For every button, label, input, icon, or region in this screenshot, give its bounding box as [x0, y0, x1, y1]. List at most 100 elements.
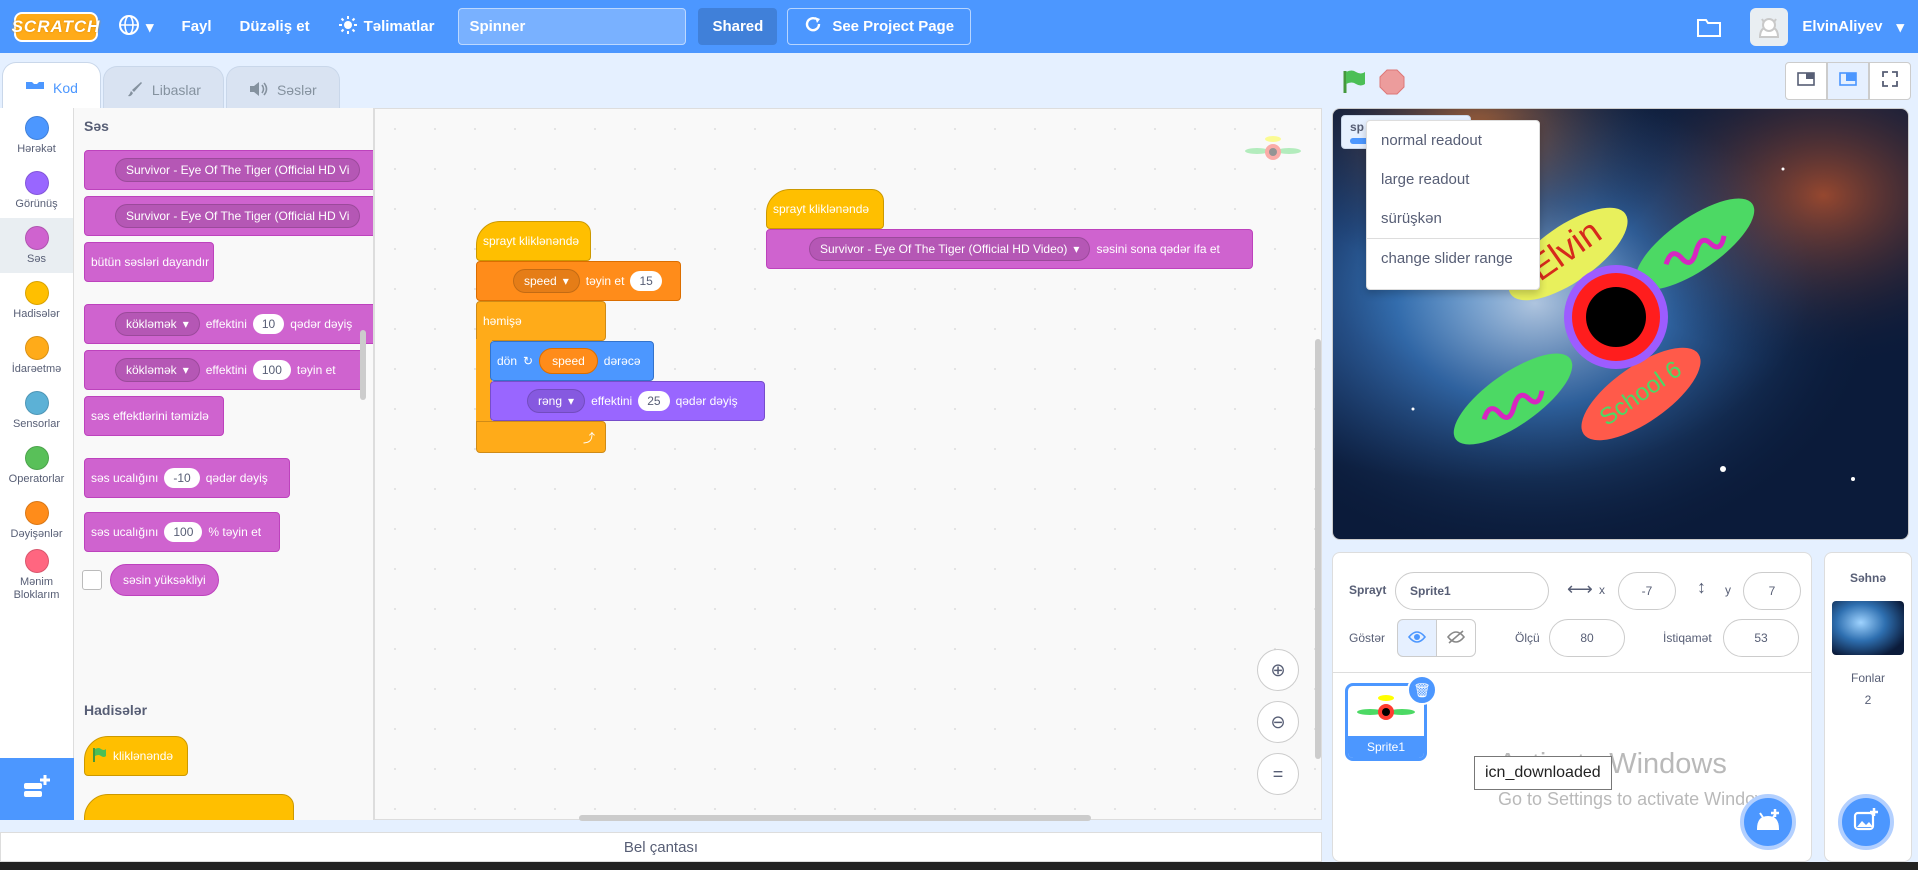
menu-item-normal-readout[interactable]: normal readout: [1367, 121, 1539, 160]
category-variables[interactable]: Dəyişənlər: [0, 493, 73, 548]
palette-scrollbar[interactable]: [360, 330, 366, 400]
category-dot: [24, 390, 49, 415]
palette-heading-events: Hadisələr: [84, 702, 148, 718]
category-label: Səs: [27, 252, 46, 265]
block-start-sound[interactable]: Survivor - Eye Of The Tiger (Official HD…: [84, 196, 373, 236]
normal-stage-button[interactable]: [1827, 62, 1869, 100]
block-change-effect[interactable]: kökləmək ▾ effektini 10 qədər dəyiş: [84, 304, 373, 344]
block-set-effect[interactable]: kökləmək ▾ effektini 100 təyin et: [84, 350, 366, 390]
effect-dropdown[interactable]: kökləmək ▾: [115, 358, 200, 382]
block-set-variable[interactable]: speed ▾ təyin et 15: [476, 261, 681, 301]
zoom-in-button[interactable]: ⊕: [1257, 649, 1299, 691]
tab-costumes[interactable]: Libaslar: [102, 66, 224, 113]
choose-backdrop-button[interactable]: [1838, 794, 1894, 850]
block-when-key-pressed[interactable]: [84, 794, 294, 820]
effect-label: effektini: [205, 317, 247, 331]
menu-item-change-slider-range[interactable]: change slider range: [1367, 238, 1539, 277]
effect-label: effektini: [205, 363, 247, 377]
block-set-volume[interactable]: səs ucalığını 100 % təyin et: [84, 512, 280, 552]
category-looks[interactable]: Görünüş: [0, 163, 73, 218]
green-flag-button[interactable]: [1340, 68, 1368, 101]
variable-dropdown[interactable]: speed ▾: [513, 269, 580, 293]
language-menu[interactable]: ▾: [104, 0, 168, 53]
graphic-effect-value-input[interactable]: 25: [638, 391, 670, 411]
direction-input[interactable]: 53: [1723, 619, 1799, 657]
delete-sprite-button[interactable]: 🗑: [1407, 675, 1437, 705]
block-stop-all-sounds[interactable]: bütün səsləri dayandır: [84, 242, 214, 282]
volume-value-input[interactable]: 100: [164, 522, 203, 542]
sprite-name-input[interactable]: Sprite1: [1395, 572, 1549, 610]
code-icon: [25, 80, 45, 97]
zoom-reset-button[interactable]: =: [1257, 753, 1299, 795]
my-stuff-folder-icon[interactable]: [1682, 0, 1736, 53]
category-control[interactable]: İdarəetmə: [0, 328, 73, 383]
project-title-input[interactable]: [458, 8, 687, 45]
workspace-horizontal-scrollbar[interactable]: [579, 815, 1091, 821]
block-change-graphic-effect[interactable]: rəng ▾ effektini 25 qədər dəyiş: [490, 381, 765, 421]
effect-suffix: qədər dəyiş: [290, 317, 353, 331]
menu-item-slider[interactable]: sürüşkən: [1367, 199, 1539, 238]
category-sound[interactable]: Səs: [0, 218, 73, 273]
menu-item-large-readout[interactable]: large readout: [1367, 160, 1539, 199]
edit-menu[interactable]: Düzəliş et: [226, 0, 324, 53]
tab-sounds[interactable]: Səslər: [225, 66, 340, 113]
category-sensing[interactable]: Sensorlar: [0, 383, 73, 438]
block-when-sprite-clicked[interactable]: sprayt kliklənəndə: [476, 221, 591, 261]
backpack[interactable]: Bel çantası: [0, 832, 1322, 862]
category-label: Sensorlar: [12, 417, 61, 430]
when-flag-label: kliklənəndə: [113, 749, 174, 763]
effect-dropdown[interactable]: kökləmək ▾: [115, 312, 200, 336]
tab-code[interactable]: Kod: [2, 62, 101, 113]
volume-label: səs ucalığını: [91, 525, 159, 539]
shared-button[interactable]: Shared: [698, 8, 778, 45]
loudness-checkbox[interactable]: [82, 570, 102, 590]
sound-dropdown[interactable]: Survivor - Eye Of The Tiger (Official HD…: [809, 237, 1091, 261]
effect-value-input[interactable]: 10: [252, 314, 285, 334]
sound-dropdown[interactable]: Survivor - Eye Of The Tiger (Official HD…: [115, 158, 361, 182]
code-workspace[interactable]: sprayt kliklənəndə speed ▾ təyin et 15 hə…: [374, 108, 1322, 821]
show-label: Göstər: [1349, 631, 1386, 645]
x-position-input[interactable]: -7: [1618, 572, 1676, 610]
category-dot: [24, 280, 49, 305]
block-forever[interactable]: həmişə: [476, 301, 606, 341]
effect-value-input[interactable]: 100: [252, 360, 291, 380]
category-label: Mənim Bloklarım: [13, 576, 60, 601]
block-turn-right[interactable]: dön ↻ speed dərəcə: [490, 341, 654, 381]
category-motion[interactable]: Hərəkət: [0, 108, 73, 163]
category-operators[interactable]: Operatorlar: [0, 438, 73, 493]
tab-code-label: Kod: [53, 80, 78, 96]
show-hidden-button[interactable]: [1436, 619, 1476, 657]
block-play-sound-until-done[interactable]: Survivor - Eye Of The Tiger (Official HD…: [84, 150, 373, 190]
size-input[interactable]: 80: [1549, 619, 1625, 657]
block-loudness-reporter[interactable]: səsin yüksəkliyi: [110, 564, 219, 596]
block-clear-sound-effects[interactable]: səs effektlərini təmizlə: [84, 396, 224, 436]
file-menu[interactable]: Fayl: [168, 0, 226, 53]
tutorials-menu[interactable]: Təlimatlar: [324, 0, 449, 53]
block-change-volume[interactable]: səs ucalığını -10 qədər dəyiş: [84, 458, 290, 498]
add-extension-button[interactable]: [0, 758, 74, 820]
set-value-input[interactable]: 15: [630, 271, 662, 291]
effect-name: kökləmək: [126, 363, 177, 377]
volume-value-input[interactable]: -10: [164, 468, 200, 488]
stop-button[interactable]: [1378, 68, 1406, 101]
sound-dropdown[interactable]: Survivor - Eye Of The Tiger (Official HD…: [115, 204, 361, 228]
block-when-flag-clicked[interactable]: kliklənəndə: [84, 736, 188, 776]
scratch-logo[interactable]: SCRATCH: [12, 11, 99, 42]
graphic-effect-dropdown[interactable]: rəng ▾: [527, 389, 586, 413]
zoom-out-button[interactable]: ⊖: [1257, 701, 1299, 743]
category-events[interactable]: Hadisələr: [0, 273, 73, 328]
category-label: Operatorlar: [8, 472, 65, 485]
choose-sprite-button[interactable]: [1740, 794, 1796, 850]
block-when-sprite-clicked-2[interactable]: sprayt kliklənəndə: [766, 189, 884, 229]
y-position-input[interactable]: 7: [1743, 572, 1801, 610]
fullscreen-button[interactable]: [1869, 62, 1911, 100]
see-project-page-button[interactable]: See Project Page: [787, 8, 972, 45]
show-visible-button[interactable]: [1397, 619, 1437, 657]
block-play-sound-until-done-2[interactable]: Survivor - Eye Of The Tiger (Official HD…: [766, 229, 1253, 269]
account-menu[interactable]: ElvinAliyev ▾: [1736, 0, 1918, 53]
workspace-vertical-scrollbar[interactable]: [1315, 339, 1321, 759]
backdrop-thumbnail[interactable]: [1832, 601, 1904, 655]
category-my-blocks[interactable]: Mənim Bloklarım: [0, 548, 73, 603]
small-stage-button[interactable]: [1785, 62, 1827, 100]
speed-reporter[interactable]: speed: [539, 348, 598, 374]
